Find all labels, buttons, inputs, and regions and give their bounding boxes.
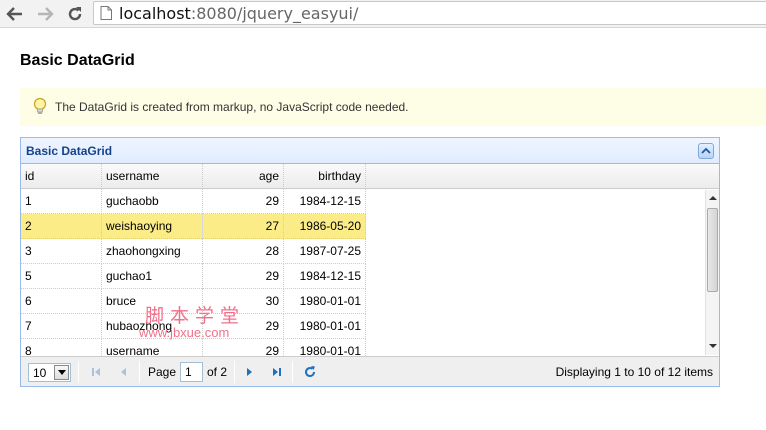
prev-page-button[interactable]	[115, 364, 131, 380]
scroll-down-icon[interactable]	[709, 342, 717, 350]
next-page-button[interactable]	[242, 364, 258, 380]
table-row[interactable]: 8 username 29 1980-01-01	[21, 339, 366, 356]
cell-id: 1	[21, 189, 102, 214]
refresh-icon	[305, 366, 316, 378]
cell-birthday: 1984-12-15	[284, 264, 366, 289]
page-number-input[interactable]: 1	[180, 362, 203, 382]
browser-toolbar: localhost:8080/jquery_easyui/	[0, 0, 766, 28]
info-note: The DataGrid is created from markup, no …	[20, 88, 766, 126]
cell-birthday: 1980-01-01	[284, 289, 366, 314]
scroll-up-icon[interactable]	[709, 194, 717, 202]
url-host: localhost	[119, 4, 191, 23]
table-row[interactable]: 7 hubaozhong 29 1980-01-01	[21, 314, 366, 339]
table-row[interactable]: 5 guchao1 29 1984-12-15	[21, 264, 366, 289]
first-page-icon	[92, 368, 100, 376]
cell-id: 3	[21, 239, 102, 264]
panel-header: Basic DataGrid	[21, 138, 719, 164]
cell-birthday: 1980-01-01	[284, 339, 366, 356]
prev-page-icon	[121, 368, 126, 376]
first-page-button[interactable]	[88, 364, 104, 380]
column-header-birthday[interactable]: birthday	[284, 164, 366, 189]
lightbulb-icon	[33, 97, 47, 114]
cell-id: 8	[21, 339, 102, 356]
cell-age: 28	[203, 239, 284, 264]
page-size-select[interactable]: 10	[28, 363, 71, 382]
cell-birthday: 1987-07-25	[284, 239, 366, 264]
cell-id: 6	[21, 289, 102, 314]
pager-separator	[139, 361, 140, 383]
cell-age: 27	[203, 214, 284, 239]
arrow-left-icon	[6, 7, 22, 21]
forward-button[interactable]	[34, 3, 56, 25]
pager-separator	[234, 361, 235, 383]
last-page-icon	[273, 368, 281, 376]
cell-username: guchaobb	[102, 189, 203, 214]
column-header-id[interactable]: id	[21, 164, 102, 189]
vertical-scrollbar[interactable]	[705, 190, 719, 355]
page-label: Page	[148, 365, 177, 379]
url-path: :8080/jquery_easyui/	[190, 4, 359, 23]
scrollbar-thumb[interactable]	[707, 208, 718, 292]
cell-birthday: 1980-01-01	[284, 314, 366, 339]
arrow-right-icon	[38, 7, 54, 21]
grid-body: 1 guchaobb 29 1984-12-15 2 weishaoying 2…	[21, 189, 705, 356]
pager-info-text: Displaying 1 to 10 of 12 items	[555, 365, 713, 379]
cell-age: 29	[203, 264, 284, 289]
pagination-bar: 10 Page 1 of 2 Displaying 1 to 10 of 12 …	[21, 356, 719, 386]
collapse-icon	[701, 147, 711, 154]
page-count-label: of 2	[207, 365, 228, 379]
cell-age: 29	[203, 189, 284, 214]
refresh-button[interactable]	[302, 364, 318, 380]
reload-icon	[68, 7, 82, 21]
dropdown-button[interactable]	[54, 365, 69, 380]
last-page-button[interactable]	[269, 364, 285, 380]
cell-username: username	[102, 339, 203, 356]
column-header-age[interactable]: age	[203, 164, 284, 189]
pager-separator	[78, 361, 79, 383]
cell-username: zhaohongxing	[102, 239, 203, 264]
cell-username: bruce	[102, 289, 203, 314]
address-bar[interactable]: localhost:8080/jquery_easyui/	[93, 1, 766, 25]
datagrid-panel: Basic DataGrid id username age birthday …	[20, 137, 720, 387]
cell-username: hubaozhong	[102, 314, 203, 339]
page-title: Basic DataGrid	[20, 52, 135, 69]
note-text: The DataGrid is created from markup, no …	[55, 100, 409, 114]
cell-id: 2	[21, 214, 102, 239]
cell-username: weishaoying	[102, 214, 203, 239]
table-row[interactable]: 1 guchaobb 29 1984-12-15	[21, 189, 366, 214]
cell-birthday: 1986-05-20	[284, 214, 366, 239]
page-icon	[100, 6, 112, 20]
cell-id: 5	[21, 264, 102, 289]
url-text: localhost:8080/jquery_easyui/	[119, 4, 358, 24]
pager-separator	[292, 361, 293, 383]
cell-age: 30	[203, 289, 284, 314]
cell-birthday: 1984-12-15	[284, 189, 366, 214]
cell-id: 7	[21, 314, 102, 339]
collapse-button[interactable]	[698, 143, 714, 159]
panel-title: Basic DataGrid	[26, 144, 113, 158]
cell-username: guchao1	[102, 264, 203, 289]
table-row-selected[interactable]: 2 weishaoying 27 1986-05-20	[21, 214, 366, 239]
page-size-value: 10	[33, 366, 47, 380]
column-header-username[interactable]: username	[102, 164, 203, 189]
table-row[interactable]: 3 zhaohongxing 28 1987-07-25	[21, 239, 366, 264]
reload-button[interactable]	[64, 3, 86, 25]
cell-age: 29	[203, 339, 284, 356]
grid-header: id username age birthday	[21, 164, 719, 189]
cell-age: 29	[203, 314, 284, 339]
next-page-icon	[247, 368, 252, 376]
chevron-down-icon	[57, 370, 66, 375]
table-row[interactable]: 6 bruce 30 1980-01-01	[21, 289, 366, 314]
back-button[interactable]	[4, 3, 26, 25]
